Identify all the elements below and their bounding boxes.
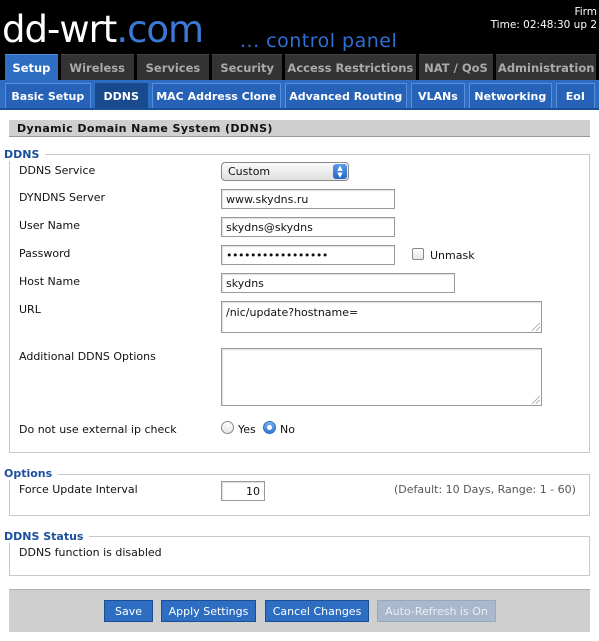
additional-options-label: Additional DDNS Options [19, 350, 156, 363]
subtab-vlans[interactable]: VLANs [410, 83, 465, 108]
apply-settings-button[interactable]: Apply Settings [161, 600, 256, 622]
control-panel-tagline: ... control panel [240, 30, 398, 52]
firmware-text: Firm [574, 6, 597, 18]
subtab-basic-setup[interactable]: Basic Setup [5, 83, 91, 108]
dyndns-server-label: DYNDNS Server [19, 191, 106, 204]
ddns-service-value: Custom [228, 165, 271, 178]
sub-tabs: Basic Setup DDNS MAC Address Clone Advan… [0, 80, 599, 110]
header: dd-wrt.com ... control panel Firm Time: … [0, 0, 599, 54]
hostname-label: Host Name [19, 275, 80, 288]
ddns-service-select[interactable]: Custom ▲ ▼ [221, 162, 349, 181]
username-label: User Name [19, 219, 81, 232]
options-fieldset-border [54, 474, 590, 475]
status-fieldset-border [80, 536, 590, 537]
ip-check-label: Do not use external ip check [19, 423, 177, 436]
tab-administration[interactable]: Administration [496, 54, 596, 80]
ddns-service-label: DDNS Service [19, 164, 96, 177]
uptime-text: Time: 02:48:30 up 2 [490, 19, 597, 31]
dyndns-server-input[interactable]: www.skydns.ru [221, 189, 395, 209]
select-arrows-icon: ▲ ▼ [333, 164, 347, 179]
force-update-label: Force Update Interval [19, 483, 138, 496]
tab-setup[interactable]: Setup [5, 54, 58, 80]
ip-check-yes-radio[interactable] [221, 421, 234, 434]
options-legend: Options [4, 467, 59, 480]
ddns-status-text: DDNS function is disabled [19, 546, 162, 559]
page-title: Dynamic Domain Name System (DDNS) [9, 120, 590, 137]
url-value: /nic/update?hostname= [226, 306, 359, 319]
ip-check-yes-label: Yes [238, 423, 256, 436]
ip-check-no-radio[interactable] [263, 421, 276, 434]
cancel-changes-button[interactable]: Cancel Changes [265, 600, 369, 622]
additional-options-textarea[interactable] [221, 348, 542, 406]
ddns-fieldset-border [42, 154, 590, 155]
firmware-info: Firm Time: 02:48:30 up 2 [491, 6, 597, 32]
auto-refresh-button[interactable]: Auto-Refresh is On [377, 600, 496, 622]
button-bar: Save Apply Settings Cancel Changes Auto-… [9, 589, 590, 632]
unmask-checkbox[interactable] [412, 248, 424, 260]
force-update-hint: (Default: 10 Days, Range: 1 - 60) [394, 483, 576, 496]
main-tabs: Setup Wireless Services Security Access … [0, 54, 599, 80]
tab-nat-qos[interactable]: NAT / QoS [418, 54, 494, 80]
url-textarea[interactable]: /nic/update?hostname= [221, 301, 542, 333]
ddwrt-logo: dd-wrt.com [2, 8, 204, 51]
ip-check-no-label: No [280, 423, 295, 436]
subtab-networking[interactable]: Networking [468, 83, 552, 108]
tab-access-restrictions[interactable]: Access Restrictions [285, 54, 416, 80]
hostname-input[interactable]: skydns [221, 273, 455, 293]
username-input[interactable]: skydns@skydns [221, 217, 395, 237]
force-update-input[interactable]: 10 [221, 481, 265, 501]
subtab-advanced-routing[interactable]: Advanced Routing [284, 83, 407, 108]
tab-services[interactable]: Services [136, 54, 210, 80]
status-legend: DDNS Status [4, 530, 90, 543]
save-button[interactable]: Save [104, 600, 153, 622]
tab-wireless[interactable]: Wireless [60, 54, 134, 80]
resize-grip-icon[interactable] [532, 323, 540, 331]
ddns-legend: DDNS [4, 148, 46, 161]
tab-security[interactable]: Security [212, 54, 283, 80]
resize-grip-icon[interactable] [532, 396, 540, 404]
subtab-eoip[interactable]: EoI [555, 83, 596, 108]
password-label: Password [19, 247, 71, 260]
url-label: URL [19, 303, 41, 316]
subtab-ddns[interactable]: DDNS [94, 83, 148, 108]
unmask-label: Unmask [430, 249, 475, 262]
subtab-mac-address-clone[interactable]: MAC Address Clone [151, 83, 281, 108]
password-input[interactable]: ••••••••••••••••• [221, 245, 395, 265]
